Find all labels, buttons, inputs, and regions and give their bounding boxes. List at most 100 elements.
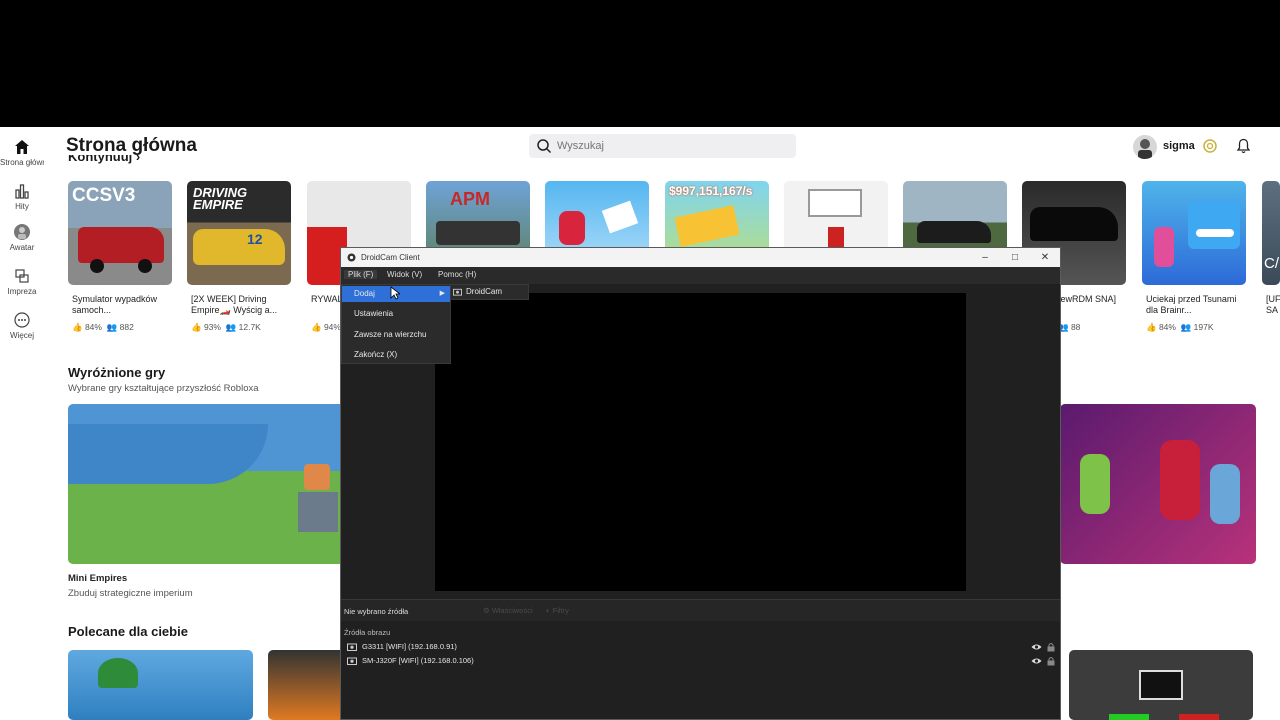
- featured-banner-right[interactable]: [1060, 404, 1256, 564]
- source-name: SM-J320F [WIFI] (192.168.0.106): [362, 656, 474, 665]
- bell-icon[interactable]: [1236, 138, 1251, 154]
- game-tile[interactable]: C/ [UF SA: [1262, 181, 1280, 339]
- game-title: zewRDM SNA]: [1056, 294, 1117, 304]
- game-tile[interactable]: DRIVING EMPIRE 12 [2X WEEK] Driving Empi…: [187, 181, 291, 339]
- droidcam-menubar: Plik (F) Widok (V) Pomoc (H): [341, 267, 1060, 284]
- recommended-tile[interactable]: [68, 650, 253, 720]
- lock-icon[interactable]: [1047, 656, 1055, 666]
- party-icon: [15, 269, 29, 283]
- search-input[interactable]: [557, 138, 787, 154]
- eye-icon[interactable]: [1031, 643, 1042, 651]
- featured-game-desc: Zbuduj strategiczne imperium: [68, 588, 193, 599]
- recommended-title[interactable]: Polecane dla ciebie: [68, 624, 188, 639]
- sources-header: Źródła obrazu: [344, 628, 391, 637]
- minimize-button[interactable]: –: [970, 248, 1000, 267]
- game-title: [UF SA: [1266, 294, 1280, 315]
- game-stats: 👍 94%: [311, 322, 341, 332]
- menu-help[interactable]: Pomoc (H): [434, 270, 480, 279]
- game-title: Symulator wypadków samoch...: [72, 294, 158, 315]
- game-thumbnail: CCSV3: [68, 181, 172, 285]
- camera-icon: [347, 643, 357, 651]
- mouse-cursor-icon: [390, 286, 400, 300]
- game-tile[interactable]: CCSV3 Symulator wypadków samoch... 👍 84%…: [68, 181, 172, 339]
- more-icon: [14, 312, 30, 328]
- featured-game-name[interactable]: Mini Empires: [68, 573, 127, 584]
- submenu-arrow-icon: ▶: [439, 290, 445, 297]
- lock-icon[interactable]: [1047, 642, 1055, 652]
- close-button[interactable]: ✕: [1030, 248, 1060, 267]
- home-icon: [15, 140, 29, 154]
- source-row[interactable]: G3311 [WIFI] (192.168.0.91): [341, 640, 1060, 654]
- source-name: G3311 [WIFI] (192.168.0.91): [362, 642, 457, 651]
- maximize-button[interactable]: □: [1000, 248, 1030, 267]
- nav-item-charts[interactable]: Hity: [0, 183, 44, 211]
- game-stats: 👍 84% 👥 197K: [1146, 322, 1214, 332]
- eye-icon[interactable]: [1031, 657, 1042, 665]
- thumb-text: CCSV3: [72, 185, 136, 206]
- filters-button[interactable]: ◐ Filtry: [546, 606, 569, 615]
- nav-label: Strona główna: [0, 158, 44, 167]
- thumb-text: APM: [450, 189, 490, 209]
- user-avatar[interactable]: [1133, 135, 1157, 159]
- screen: Strona główna Hity Awatar Impreza Więcej…: [0, 0, 1280, 720]
- droidcam-app-icon: [347, 253, 356, 262]
- recommended-tile[interactable]: [268, 650, 348, 720]
- nav-label: Hity: [15, 202, 29, 211]
- featured-title[interactable]: Wyróżnione gry: [68, 365, 165, 380]
- avatar-icon: [14, 224, 30, 240]
- submenu-item-droidcam[interactable]: DroidCam: [451, 285, 528, 299]
- nav-label: Awatar: [9, 243, 35, 252]
- filters-label: Filtry: [552, 606, 569, 615]
- recommended-tile[interactable]: [1069, 650, 1253, 720]
- no-source-label: Nie wybrano źródła: [344, 607, 409, 616]
- game-players: 882: [119, 322, 134, 332]
- game-rating: 84%: [84, 322, 102, 332]
- properties-button[interactable]: ⚙ Właściwości: [483, 606, 533, 615]
- thumb-text: $997,151,167/s: [669, 184, 753, 198]
- username[interactable]: sigma: [1163, 140, 1195, 152]
- menu-view[interactable]: Widok (V): [383, 270, 426, 279]
- game-rating: 84%: [1158, 322, 1176, 332]
- avatar-image-icon: [1138, 139, 1152, 159]
- menu-item-settings[interactable]: Ustawienia: [342, 306, 450, 322]
- game-thumbnail: [1142, 181, 1246, 285]
- game-title: [2X WEEK] Driving Empire🏎️ Wyścig a...: [191, 294, 278, 315]
- source-row[interactable]: SM-J320F [WIFI] (192.168.0.106): [341, 654, 1060, 668]
- add-submenu: DroidCam: [450, 284, 529, 300]
- game-rating: 93%: [203, 322, 221, 332]
- droidcam-title: DroidCam Client: [361, 253, 420, 262]
- game-stats: 👍 93% 👥 12.7K: [191, 322, 261, 332]
- game-thumbnail: C/: [1262, 181, 1280, 285]
- featured-banner-mini-empires[interactable]: [68, 404, 358, 564]
- menu-item-always-on-top[interactable]: Zawsze na wierzchu: [342, 327, 450, 343]
- camera-preview: [435, 293, 966, 591]
- robux-icon[interactable]: [1203, 139, 1217, 153]
- game-title: Uciekaj przed Tsunami dla Brainr...: [1146, 294, 1237, 315]
- nav-item-home[interactable]: Strona główna: [0, 139, 44, 167]
- game-stats: 👍 84% 👥 882: [72, 322, 134, 332]
- nav-item-avatar[interactable]: Awatar: [0, 224, 44, 252]
- properties-label: Właściwości: [491, 606, 533, 615]
- nav-item-more[interactable]: Więcej: [0, 312, 44, 340]
- game-rating: 94%: [323, 322, 341, 332]
- search-bar[interactable]: [529, 134, 796, 158]
- menu-file[interactable]: Plik (F): [344, 270, 378, 279]
- left-nav: Strona główna Hity Awatar Impreza Więcej: [0, 127, 44, 720]
- thumb-text: DRIVING EMPIRE: [193, 185, 248, 212]
- camera-icon: [347, 657, 357, 665]
- nav-label: Więcej: [9, 331, 34, 340]
- status-bar: Nie wybrano źródła ⚙ Właściwości ◐ Filtr…: [341, 599, 1060, 621]
- game-players: 197K: [1193, 322, 1214, 332]
- thumb-text: C/: [1264, 255, 1279, 272]
- page-title: Strona główna: [66, 135, 197, 156]
- search-icon: [537, 139, 552, 154]
- submenu-item-label: DroidCam: [466, 287, 503, 296]
- menu-item-label: Dodaj: [354, 289, 375, 298]
- droidcam-titlebar[interactable]: DroidCam Client – □ ✕: [341, 248, 1060, 267]
- game-players: 88: [1070, 322, 1081, 332]
- charts-icon: [15, 184, 29, 199]
- section-continue-title[interactable]: Kontynuuj ›: [68, 155, 140, 165]
- nav-item-party[interactable]: Impreza: [0, 268, 44, 296]
- menu-item-exit[interactable]: Zakończ (X): [342, 347, 450, 363]
- game-tile[interactable]: Uciekaj przed Tsunami dla Brainr... 👍 84…: [1142, 181, 1246, 339]
